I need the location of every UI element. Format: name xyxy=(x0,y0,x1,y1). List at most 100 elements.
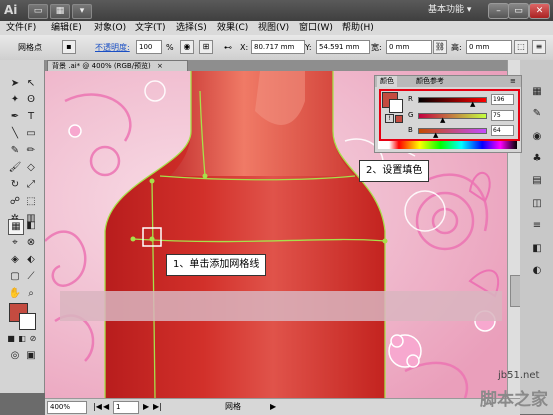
arrange-documents-icon[interactable]: ▦ xyxy=(50,4,70,19)
selection-tool-icon[interactable]: ➤ xyxy=(8,77,22,91)
style-picker-icon[interactable]: ◉ xyxy=(180,40,194,54)
b-value-input[interactable]: 64 xyxy=(491,125,514,136)
minimize-icon[interactable]: – xyxy=(488,3,509,19)
transform-icon[interactable]: ⬚ xyxy=(514,40,528,54)
y-position-input[interactable]: 54.591 mm xyxy=(316,40,370,54)
blob-brush-tool-icon[interactable]: 🖌 xyxy=(8,161,22,175)
eraser-tool-icon[interactable]: ◇ xyxy=(24,161,38,175)
pen-tool-icon[interactable]: ✒ xyxy=(8,110,22,124)
appearance-panel-icon[interactable]: ◉ xyxy=(530,130,544,144)
status-menu-icon[interactable]: ▶ xyxy=(270,401,276,412)
rectangle-tool-icon[interactable]: ▭ xyxy=(24,127,38,141)
menu-file[interactable]: 文件(F) xyxy=(3,21,39,35)
panel-options-icon[interactable]: ≡ xyxy=(507,76,519,87)
menu-view[interactable]: 视图(V) xyxy=(255,21,292,35)
artboard-tool-icon[interactable]: ▢ xyxy=(8,270,22,284)
line-tool-icon[interactable]: ╲ xyxy=(8,127,22,141)
y-label: Y: xyxy=(305,43,312,52)
menu-type[interactable]: 文字(T) xyxy=(132,21,169,35)
workspace-switcher[interactable]: 基本功能 ▾ xyxy=(428,4,480,17)
arrange-menu-icon[interactable]: ▾ xyxy=(72,4,92,19)
reference-point-icon[interactable]: ⊞ xyxy=(199,40,213,54)
document-tab-title: 背景 .ai* @ 400% (RGB/预览) xyxy=(52,62,151,70)
x-position-input[interactable]: 80.717 mm xyxy=(251,40,305,54)
stroke-panel-icon[interactable]: ≡ xyxy=(530,219,544,233)
pencil-tool-icon[interactable]: ✏ xyxy=(24,144,38,158)
paintbrush-tool-icon[interactable]: ✎ xyxy=(8,144,22,158)
warp-tool-icon[interactable]: ☍ xyxy=(8,195,22,209)
tab-color[interactable]: 颜色 xyxy=(377,76,397,87)
symbols-panel-icon[interactable]: ♣ xyxy=(530,152,544,166)
scale-tool-icon[interactable]: ⤢ xyxy=(24,178,38,192)
b-slider-handle[interactable]: ▲ xyxy=(433,132,438,139)
gamut-swatch[interactable] xyxy=(395,115,403,123)
close-tab-icon[interactable]: × xyxy=(157,62,163,70)
swatches-panel-icon[interactable]: ▦ xyxy=(530,85,544,99)
direct-selection-tool-icon[interactable]: ↖ xyxy=(24,77,38,91)
maximize-icon[interactable]: ▭ xyxy=(508,3,529,19)
slice-tool-icon[interactable]: ⟋ xyxy=(24,270,38,284)
none-mode-icon[interactable]: ⊘ xyxy=(28,332,38,343)
color-panel-tabs: 颜色 颜色参考 ≡ xyxy=(375,76,521,87)
menu-window[interactable]: 窗口(W) xyxy=(296,21,336,35)
eyedropper-tool-icon[interactable]: ⌖ xyxy=(8,236,22,250)
bridge-icon[interactable]: ▭ xyxy=(28,4,48,19)
previous-page-icon[interactable]: ◀ xyxy=(103,401,109,412)
zoom-tool-icon[interactable]: ⌕ xyxy=(24,287,38,301)
gradient-tool-icon[interactable]: ◧ xyxy=(24,219,38,233)
live-paint-selection-icon[interactable]: ⬖ xyxy=(24,253,38,267)
r-slider[interactable] xyxy=(418,97,487,103)
gradient-panel-icon[interactable]: ◧ xyxy=(530,242,544,256)
width-input[interactable]: 0 mm xyxy=(386,40,432,54)
close-icon[interactable]: ✕ xyxy=(529,3,550,19)
height-input[interactable]: 0 mm xyxy=(466,40,512,54)
g-value-input[interactable]: 75 xyxy=(491,110,514,121)
next-page-icon[interactable]: ▶ xyxy=(143,401,149,412)
page-number-select[interactable]: 1 xyxy=(113,401,139,414)
graphic-styles-panel-icon[interactable]: ▤ xyxy=(530,174,544,188)
blend-tool-icon[interactable]: ⊗ xyxy=(24,236,38,250)
r-slider-handle[interactable]: ▲ xyxy=(470,101,475,108)
tab-color-guide[interactable]: 颜色参考 xyxy=(413,76,447,87)
fill-swatch-icon[interactable]: ▪ xyxy=(62,40,76,54)
opacity-input[interactable]: 100 xyxy=(136,40,162,54)
b-slider[interactable] xyxy=(418,128,487,134)
menu-edit[interactable]: 编辑(E) xyxy=(48,21,85,35)
last-page-icon[interactable]: ▶| xyxy=(153,401,162,412)
first-page-icon[interactable]: |◀ xyxy=(93,401,102,412)
draw-mode-icon[interactable]: ◎ xyxy=(8,349,22,363)
lasso-tool-icon[interactable]: ʘ xyxy=(24,93,38,107)
menu-effect[interactable]: 效果(C) xyxy=(214,21,251,35)
r-label: R xyxy=(408,95,413,103)
layers-panel-icon[interactable]: ◫ xyxy=(530,197,544,211)
mesh-tool-icon[interactable]: ▦ xyxy=(8,219,24,235)
magic-wand-tool-icon[interactable]: ✦ xyxy=(8,93,22,107)
x-label: X: xyxy=(240,43,249,52)
out-of-gamut-icon[interactable]: ! xyxy=(385,114,394,123)
panel-menu-icon[interactable]: ≡ xyxy=(532,40,546,54)
r-value-input[interactable]: 196 xyxy=(491,94,514,105)
zoom-level-select[interactable]: 400% xyxy=(47,401,87,414)
g-slider-handle[interactable]: ▲ xyxy=(440,117,445,124)
color-spectrum-bar[interactable] xyxy=(378,141,517,149)
hand-tool-icon[interactable]: ✋ xyxy=(8,287,22,301)
stroke-color-swatch[interactable] xyxy=(19,313,36,330)
transparency-panel-icon[interactable]: ◐ xyxy=(530,264,544,278)
type-tool-icon[interactable]: T xyxy=(24,110,38,124)
callout-step1: 1、单击添加网格线 xyxy=(166,254,267,276)
menu-help[interactable]: 帮助(H) xyxy=(339,21,377,35)
menu-select[interactable]: 选择(S) xyxy=(173,21,210,35)
screen-mode-icon[interactable]: ▣ xyxy=(24,349,38,363)
brushes-panel-icon[interactable]: ✎ xyxy=(530,107,544,121)
anchor-convert-icon[interactable]: ⊷ xyxy=(224,42,232,53)
live-paint-tool-icon[interactable]: ◈ xyxy=(8,253,22,267)
free-transform-tool-icon[interactable]: ⬚ xyxy=(24,195,38,209)
g-slider[interactable] xyxy=(418,113,487,119)
gradient-mode-icon[interactable]: ◧ xyxy=(17,332,27,343)
panel-stroke-swatch[interactable] xyxy=(389,99,403,113)
rotate-tool-icon[interactable]: ↻ xyxy=(8,178,22,192)
menu-object[interactable]: 对象(O) xyxy=(91,21,129,35)
link-proportions-icon[interactable]: ⛓ xyxy=(433,40,447,54)
color-mode-icon[interactable]: ■ xyxy=(6,332,16,343)
opacity-link[interactable]: 不透明度: xyxy=(95,42,130,53)
